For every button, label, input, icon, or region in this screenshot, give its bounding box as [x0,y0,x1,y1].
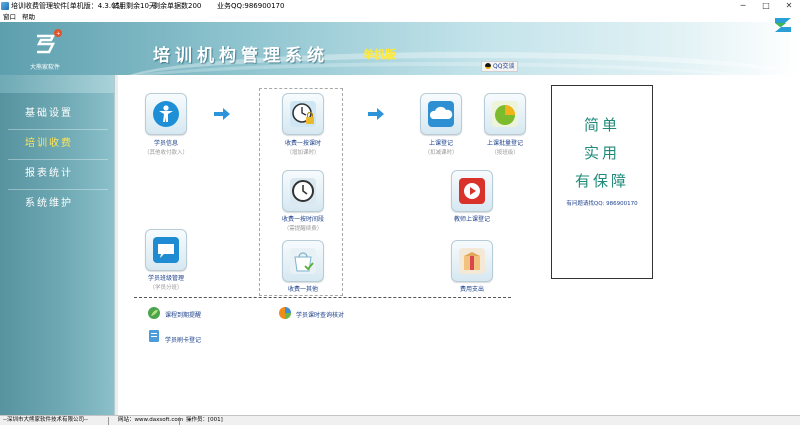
student-class-tile[interactable] [145,229,187,271]
play-record-icon [459,178,485,204]
trial-days: 试用剩余10天 [112,2,156,10]
status-divider [179,417,180,425]
slogan-line: 简单 [583,116,620,134]
arrow-right-icon [214,108,230,120]
student-class-sub: （学员分班） [149,285,183,291]
title-bar: 培训收费管理软件[单机版：4.3.05] 试用剩余10天 剩余单据数200 业务… [0,0,800,12]
website: 网站：www.daxsoft.com [118,417,184,423]
person-icon [153,101,179,127]
cloud-icon [428,101,454,127]
teacher-register-tile[interactable] [451,170,493,212]
section-divider [134,297,511,298]
clock-lock-icon [290,101,316,127]
menu-help[interactable]: 帮助 [22,12,35,22]
charge-by-hours-sub: （增加课时） [286,150,320,156]
banner: + 大熊家软件 培训机构管理系统 单机版 QQ交谈 [0,22,800,75]
maximize-button[interactable]: □ [756,0,776,12]
arrow-right-icon [368,108,384,120]
sidebar-item-basic-settings[interactable]: 基础设置 [0,101,114,127]
leaf-icon [148,307,160,319]
support-contact: 有问题请找QQ: 986900170 [566,201,638,207]
card-icon [149,330,159,342]
charge-other-label[interactable]: 收费一其他 [288,284,318,293]
logo-text: 大熊家软件 [30,64,61,71]
window-title: 培训收费管理软件[单机版：4.3.05] [11,2,123,10]
student-info-tile[interactable] [145,93,187,135]
sidebar-header [0,75,114,93]
sidebar-divider [8,159,108,160]
box-icon [459,248,485,274]
qq-chat-label: QQ交谈 [493,63,515,70]
course-expiry-link[interactable]: 课程到期提醒 [165,310,201,319]
page-title: 培训机构管理系统 [153,46,329,66]
charge-other-tile[interactable] [282,240,324,282]
expense-tile[interactable] [451,240,493,282]
batch-register-tile[interactable] [484,93,526,135]
svg-text:+: + [56,31,60,37]
expense-label[interactable]: 费用支出 [460,284,484,293]
sidebar-divider [8,129,108,130]
charge-by-period-sub: （需提醒续费） [283,226,323,232]
app-icon [1,2,9,10]
corner-logo-icon [775,18,791,32]
sidebar-item-maintenance[interactable]: 系统维护 [0,191,114,217]
business-qq: 业务QQ:986900170 [217,2,285,10]
sidebar-divider [8,189,108,190]
logo-mark-icon: + [36,29,62,54]
sidebar-item-reports[interactable]: 报表统计 [0,161,114,187]
qq-chat-button[interactable]: QQ交谈 [481,61,519,72]
charge-by-hours-tile[interactable] [282,93,324,135]
charge-by-period-label[interactable]: 收费一按时间段 [282,214,324,223]
close-button[interactable]: ✕ [779,0,799,12]
student-info-sub: （其他收付款入） [143,150,189,156]
pie-icon [279,307,291,319]
class-register-label[interactable]: 上课登记 [429,138,453,147]
menu-bar: 窗口 帮助 [0,12,800,22]
pie-chart-icon [492,101,518,127]
operator: 操作员：[001] [186,417,223,423]
chat-bubble-icon [153,237,179,263]
sidebar-item-training-fees[interactable]: 培训收费 [0,131,114,157]
batch-register-label[interactable]: 上课批量登记 [487,138,523,147]
batch-register-sub: （按班级） [491,150,519,156]
hours-check-link[interactable]: 学员课时查询核对 [296,310,344,319]
company-name: --深圳市大熊家软件技术有限公司-- [3,417,88,423]
class-register-sub: （扣减课时） [424,150,458,156]
card-register-link[interactable]: 学员刷卡登记 [165,335,201,344]
shopping-bag-icon [290,248,316,274]
edition-badge: 单机版 [363,48,396,61]
student-class-label[interactable]: 学员班级管理 [148,273,184,282]
slogan-line: 有保障 [574,172,629,190]
qq-penguin-icon [485,63,491,69]
main-content: 学员信息 （其他收付款入） 收费一按课时 （增加课时） 上课登记 （扣减课时） [118,75,800,415]
charge-by-hours-label[interactable]: 收费一按课时 [285,138,321,147]
minimize-button[interactable]: ─ [733,0,753,12]
sidebar: 基础设置 培训收费 报表统计 系统维护 [0,75,114,415]
status-bar: --深圳市大熊家软件技术有限公司-- 网站：www.daxsoft.com 操作… [0,415,800,425]
menu-window[interactable]: 窗口 [3,12,16,22]
student-info-label[interactable]: 学员信息 [154,138,178,147]
logo: + 大熊家软件 [0,22,118,75]
class-register-tile[interactable] [420,93,462,135]
teacher-register-label[interactable]: 教师上课登记 [454,214,490,223]
slogan-panel: 简单 实用 有保障 有问题请找QQ: 986900170 [551,85,653,279]
status-divider [108,417,109,425]
remaining-docs: 剩余单据数200 [153,2,202,10]
charge-by-period-tile[interactable] [282,170,324,212]
slogan-line: 实用 [583,144,620,162]
clock-icon [290,178,316,204]
